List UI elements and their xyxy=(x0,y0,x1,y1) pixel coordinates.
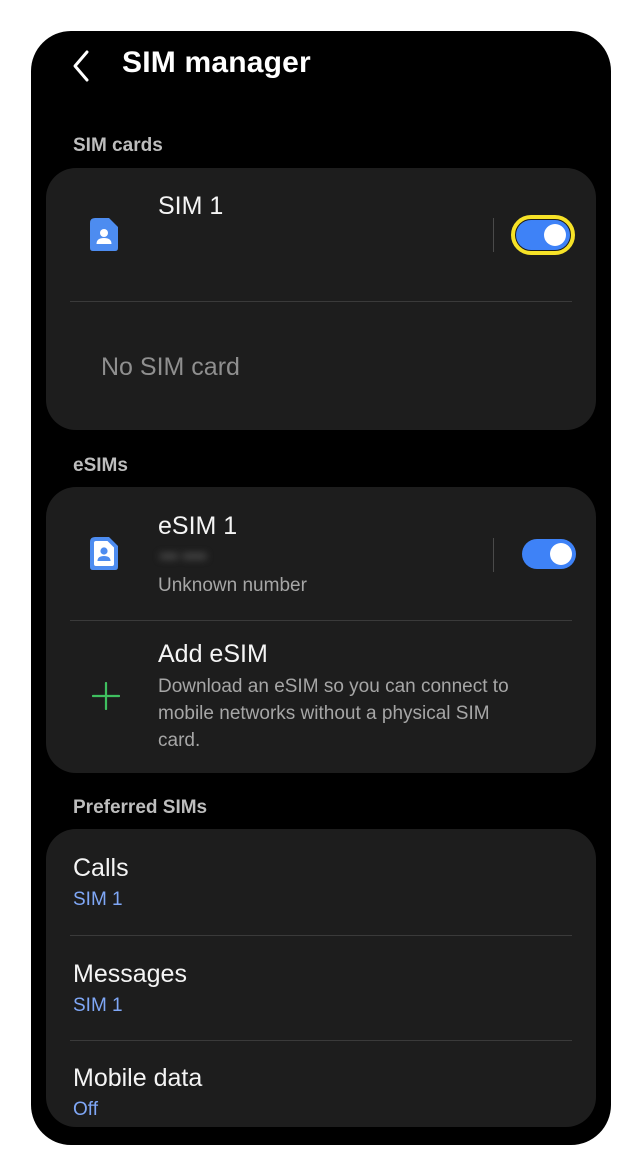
calls-label: Calls xyxy=(73,854,129,882)
preferred-calls-row[interactable]: Calls SIM 1 xyxy=(46,829,596,934)
add-esim-desc-line3: card. xyxy=(158,730,201,751)
mobile-data-label: Mobile data xyxy=(73,1064,203,1092)
section-label-esims: eSIMs xyxy=(73,455,128,476)
esim-1-name: eSIM 1 xyxy=(158,512,238,540)
sim-1-toggle[interactable] xyxy=(511,215,575,255)
esim-1-row[interactable]: eSIM 1 ••• •••• Unknown number xyxy=(46,487,596,620)
toggle-separator xyxy=(493,218,494,252)
preferred-mobile-data-row[interactable]: Mobile data Off xyxy=(46,1041,596,1127)
esim-card-icon xyxy=(87,534,121,572)
no-sim-card-label: No SIM card xyxy=(101,353,240,381)
page-title: SIM manager xyxy=(122,46,311,79)
toggle-knob xyxy=(544,224,566,246)
esim-number-hidden: ••• •••• xyxy=(160,547,207,566)
messages-value: SIM 1 xyxy=(73,995,123,1016)
phone-screen: SIM manager SIM cards SIM 1 No SIM card … xyxy=(31,31,611,1145)
preferred-messages-row[interactable]: Messages SIM 1 xyxy=(46,936,596,1040)
app-header: SIM manager xyxy=(31,31,611,101)
sim-1-name: SIM 1 xyxy=(158,192,224,220)
divider xyxy=(70,301,572,302)
preferred-sims-card: Calls SIM 1 Messages SIM 1 Mobile data O… xyxy=(46,829,596,1127)
toggle-knob xyxy=(550,543,572,565)
section-label-sim-cards: SIM cards xyxy=(73,135,163,156)
mobile-data-value: Off xyxy=(73,1099,98,1120)
esim-1-toggle[interactable] xyxy=(522,539,576,569)
add-esim-row[interactable]: Add eSIM Download an eSIM so you can con… xyxy=(46,621,596,773)
esim-number-label: Unknown number xyxy=(158,575,307,596)
add-esim-desc-line2: mobile networks without a physical SIM xyxy=(158,703,490,724)
sim-cards-card: SIM 1 No SIM card xyxy=(46,168,596,430)
plus-icon xyxy=(91,681,121,711)
back-arrow-icon[interactable] xyxy=(67,48,99,84)
calls-value: SIM 1 xyxy=(73,889,123,910)
sim-card-icon xyxy=(87,215,121,253)
messages-label: Messages xyxy=(73,960,187,988)
section-label-preferred-sims: Preferred SIMs xyxy=(73,797,208,818)
add-esim-desc-line1: Download an eSIM so you can connect to xyxy=(158,676,509,697)
sim-1-row[interactable]: SIM 1 xyxy=(46,168,596,300)
esims-card: eSIM 1 ••• •••• Unknown number Add eSIM … xyxy=(46,487,596,773)
toggle-separator xyxy=(493,538,494,572)
add-esim-title: Add eSIM xyxy=(158,640,268,668)
